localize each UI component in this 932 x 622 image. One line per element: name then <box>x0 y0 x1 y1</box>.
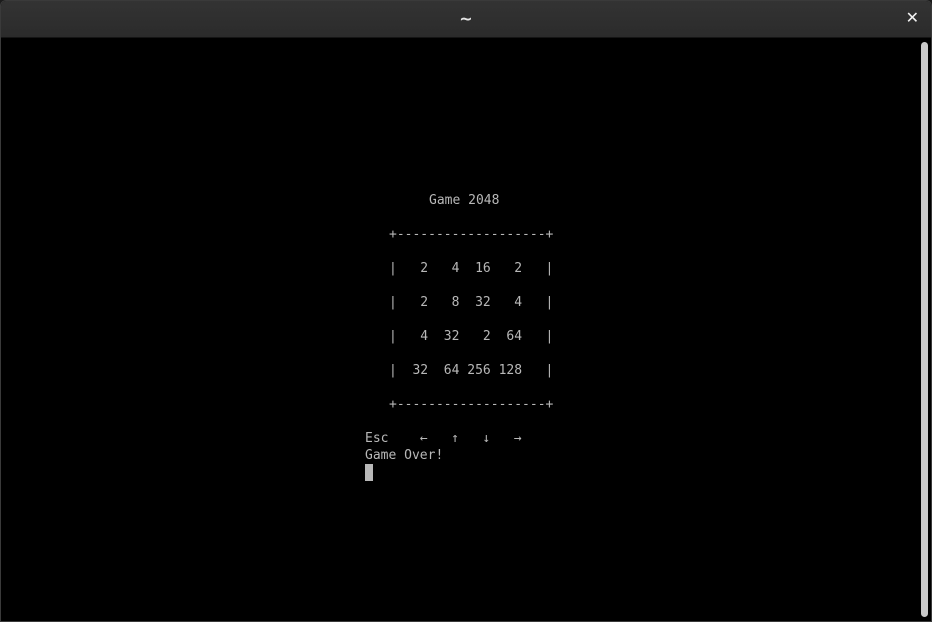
controls-legend: Esc ← ↑ ↓ → <box>365 431 522 446</box>
scrollbar-thumb[interactable] <box>921 42 928 617</box>
board-row-1: | 2 4 16 2 | <box>389 261 554 276</box>
game-status: Game Over! <box>365 448 444 463</box>
game-title: Game 2048 <box>429 193 500 208</box>
terminal-area[interactable]: Game 2048 +-------------------+ | 2 4 16… <box>1 38 919 621</box>
close-icon[interactable]: ✕ <box>906 8 919 27</box>
board-border-bottom: +-------------------+ <box>389 397 554 412</box>
window-title: ~ <box>459 9 473 28</box>
board-row-3: | 4 32 2 64 | <box>389 329 554 344</box>
board-border-top: +-------------------+ <box>389 227 554 242</box>
scrollbar[interactable] <box>917 38 931 621</box>
block-cursor <box>365 464 373 481</box>
title-bar[interactable]: ~ ✕ <box>1 1 931 38</box>
terminal-window: ~ ✕ Game 2048 +-------------------+ | 2 … <box>0 0 932 622</box>
board-row-4: | 32 64 256 128 | <box>389 363 554 378</box>
board-row-2: | 2 8 32 4 | <box>389 295 554 310</box>
